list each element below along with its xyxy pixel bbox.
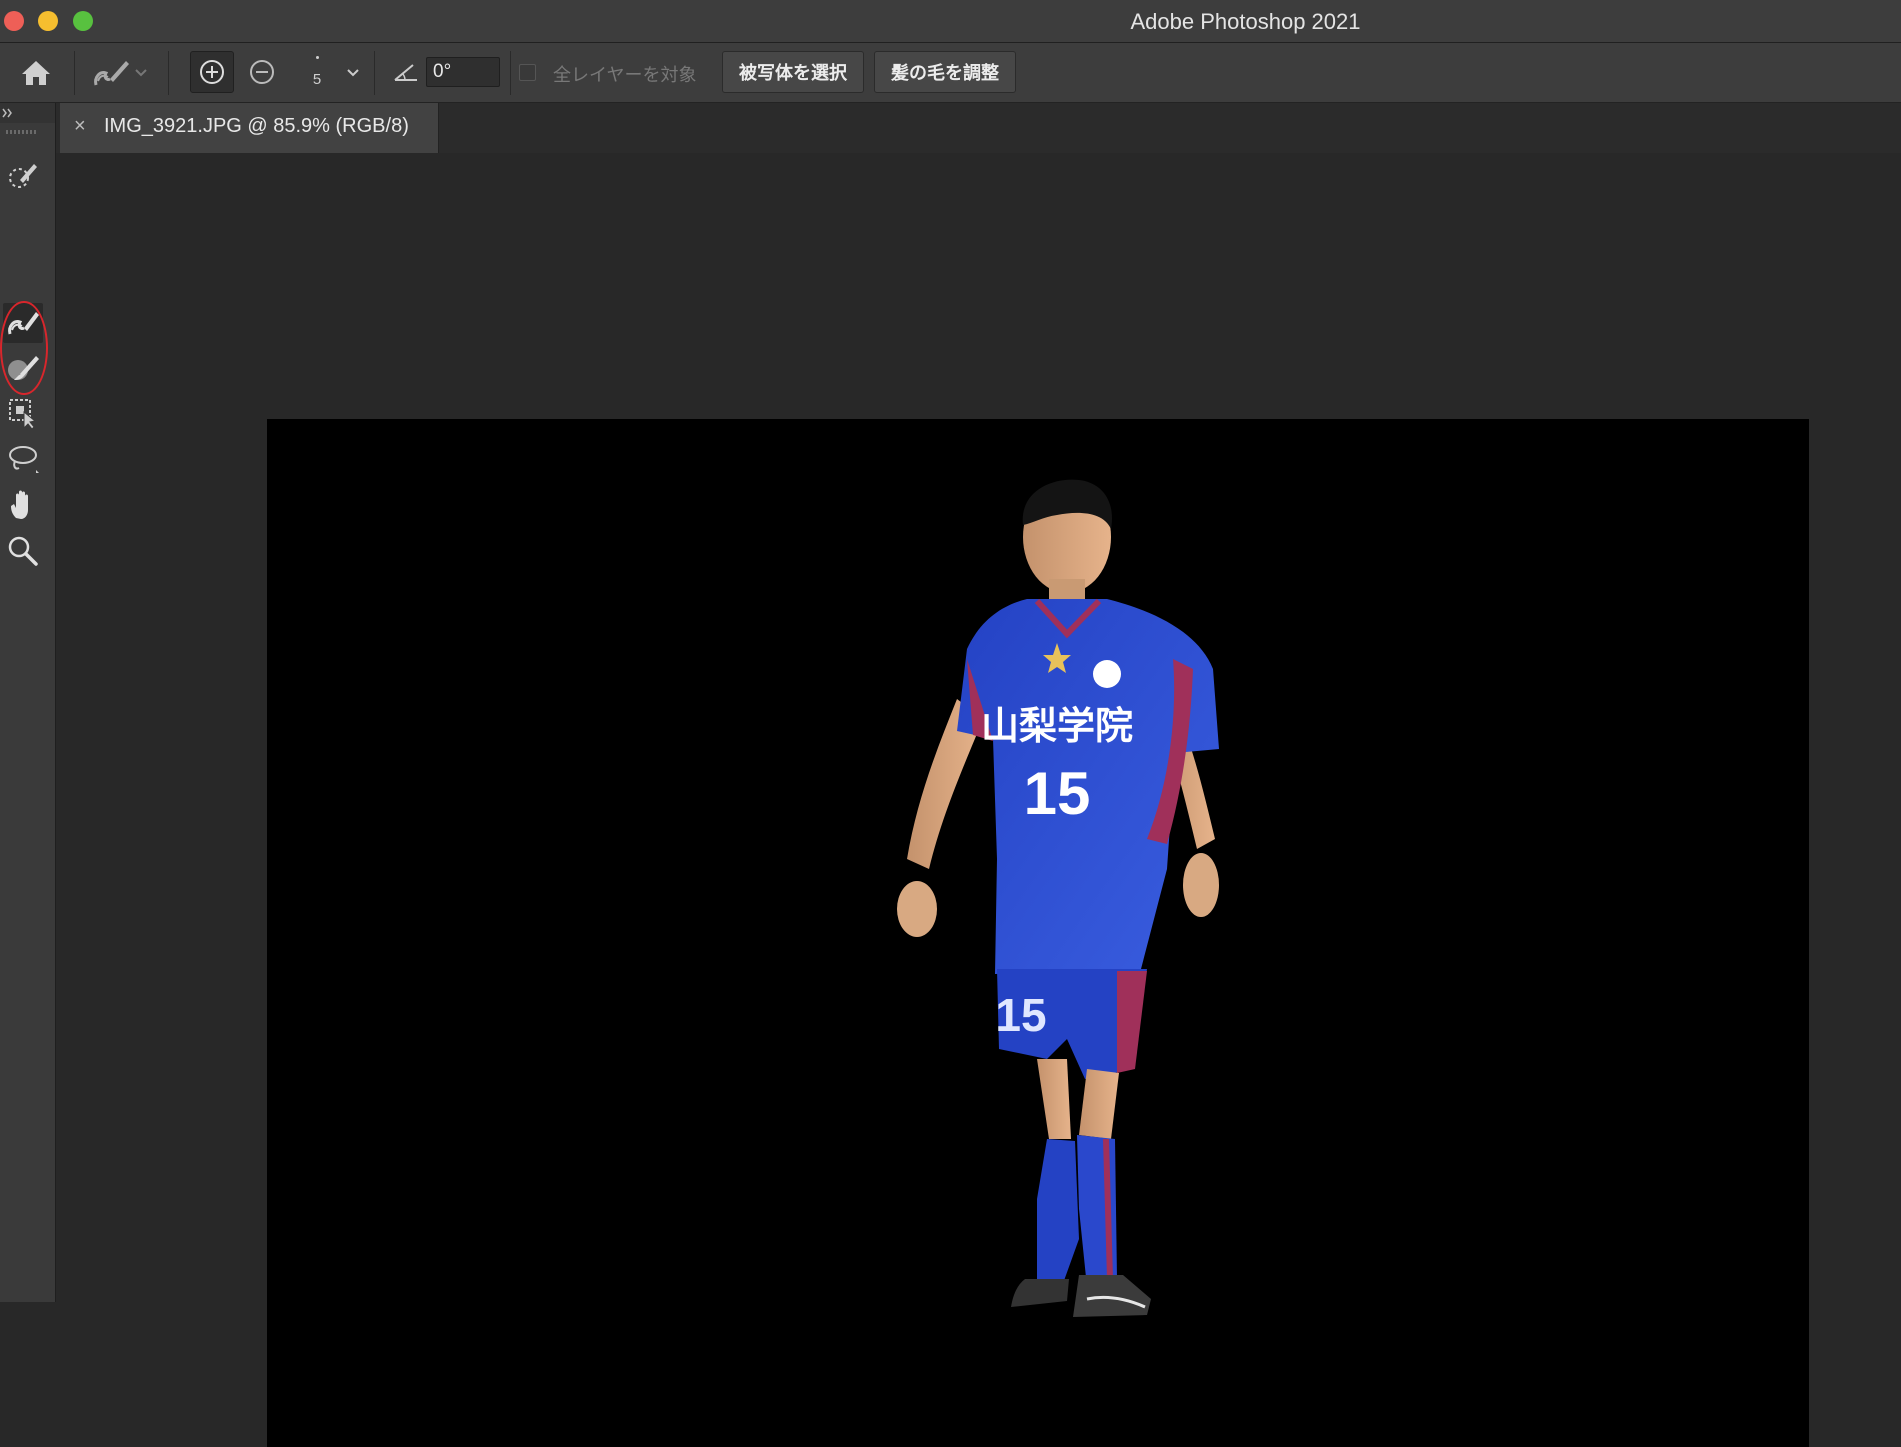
tool-object-selection[interactable] bbox=[3, 393, 43, 433]
tool-preset-picker[interactable] bbox=[84, 53, 154, 93]
jersey-number: 15 bbox=[1024, 760, 1091, 827]
tools-panel bbox=[0, 103, 56, 1302]
close-tab-button[interactable]: × bbox=[74, 115, 86, 138]
plus-circle-icon bbox=[200, 60, 224, 84]
angle-icon bbox=[394, 64, 417, 81]
highlight-annotation-circle bbox=[0, 301, 48, 395]
canvas-workspace[interactable]: 山梨学院 15 15 bbox=[56, 153, 1901, 1447]
document-tab-bar: × IMG_3921.JPG @ 85.9% (RGB/8) bbox=[56, 103, 1901, 153]
lasso-icon bbox=[9, 446, 39, 473]
tool-hand[interactable] bbox=[3, 485, 43, 525]
brush-size-picker[interactable]: 5 bbox=[302, 49, 332, 95]
brush-size-dropdown[interactable] bbox=[343, 63, 363, 83]
jersey-team-name: 山梨学院 bbox=[981, 704, 1133, 748]
sample-all-layers-label: 全レイヤーを対象 bbox=[553, 65, 697, 85]
home-button[interactable] bbox=[16, 55, 56, 91]
add-to-selection-button[interactable] bbox=[190, 51, 234, 93]
brush-size-value: 5 bbox=[312, 71, 322, 88]
chevron-down-icon bbox=[347, 69, 359, 77]
refine-hair-button[interactable]: 髪の毛を調整 bbox=[874, 51, 1016, 93]
options-bar: 5 全レイヤーを対象 被写体を選択 髪の毛を調整 bbox=[0, 43, 1901, 103]
tool-lasso[interactable] bbox=[3, 439, 43, 479]
brush-tip-dot bbox=[315, 56, 319, 59]
subject-player-image: 山梨学院 15 15 bbox=[897, 479, 1219, 1317]
tool-zoom[interactable] bbox=[3, 531, 43, 571]
subtract-from-selection-button[interactable] bbox=[240, 51, 284, 93]
shorts-number: 15 bbox=[995, 989, 1046, 1041]
refine-brush-preset-icon bbox=[94, 61, 129, 86]
app-title: Adobe Photoshop 2021 bbox=[1130, 9, 1361, 34]
angle-label bbox=[392, 59, 420, 85]
double-chevron-icon bbox=[2, 108, 12, 118]
document-canvas[interactable]: 山梨学院 15 15 bbox=[267, 419, 1809, 1447]
document-tab[interactable]: × IMG_3921.JPG @ 85.9% (RGB/8) bbox=[60, 103, 439, 153]
panel-collapse-bar[interactable] bbox=[0, 103, 55, 123]
hand-icon bbox=[11, 490, 28, 519]
tool-quick-selection[interactable] bbox=[3, 155, 43, 195]
document-tab-title: IMG_3921.JPG @ 85.9% (RGB/8) bbox=[104, 115, 409, 137]
select-subject-button[interactable]: 被写体を選択 bbox=[722, 51, 864, 93]
home-icon bbox=[22, 61, 50, 85]
minus-circle-icon bbox=[250, 60, 274, 84]
zoom-icon bbox=[8, 536, 38, 566]
object-selection-icon bbox=[9, 399, 37, 430]
chevron-down-icon bbox=[135, 69, 147, 77]
angle-input[interactable] bbox=[426, 57, 500, 87]
sample-all-layers-checkbox[interactable] bbox=[519, 64, 536, 81]
quick-selection-icon bbox=[9, 164, 37, 188]
title-bar: Adobe Photoshop 2021 bbox=[0, 0, 1901, 43]
panel-grip[interactable] bbox=[6, 130, 38, 134]
